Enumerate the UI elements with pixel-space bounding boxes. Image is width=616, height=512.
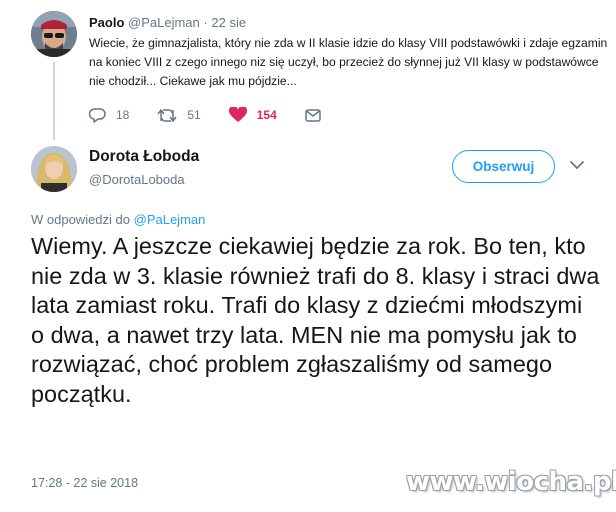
- in-reply-to: W odpowiedzi do @PaLejman: [31, 212, 205, 227]
- retweet-action[interactable]: 51: [157, 108, 201, 123]
- follow-button[interactable]: Obserwuj: [452, 150, 555, 183]
- reply-count: 18: [116, 108, 130, 122]
- main-author-name[interactable]: Dorota Łoboda: [89, 148, 199, 166]
- avatar-dorota-loboda[interactable]: [31, 146, 77, 192]
- main-tweet-text: Wiemy. A jeszcze ciekawiej będzie za rok…: [31, 233, 600, 407]
- thread-connector-line: [53, 62, 55, 140]
- reply-action[interactable]: 18: [89, 107, 130, 123]
- direct-message-action[interactable]: [305, 108, 331, 122]
- reply-author-name[interactable]: Paolo: [89, 15, 124, 30]
- avatar-paolo[interactable]: [31, 11, 77, 57]
- in-reply-prefix: W odpowiedzi do: [31, 212, 130, 227]
- reply-author-handle[interactable]: @PaLejman: [128, 15, 200, 30]
- like-action[interactable]: 154: [228, 107, 277, 123]
- retweet-icon: [157, 108, 177, 122]
- reply-icon: [89, 107, 106, 123]
- envelope-icon: [305, 108, 321, 122]
- heart-icon: [228, 107, 247, 122]
- main-tweet-timestamp[interactable]: 17:28 - 22 sie 2018: [31, 476, 138, 490]
- like-count: 154: [256, 108, 277, 122]
- site-watermark: www.wiocha.pl: [406, 467, 616, 497]
- reply-actions-bar: 18 51 154: [89, 104, 359, 126]
- reply-time[interactable]: 22 sie: [211, 15, 246, 30]
- main-author-handle[interactable]: @DorotaLoboda: [89, 172, 185, 187]
- reply-author[interactable]: Paolo @PaLejman · 22 sie: [89, 15, 246, 30]
- chevron-down-icon[interactable]: [570, 160, 584, 170]
- retweet-count: 51: [187, 108, 201, 122]
- reply-tweet-text: Wiecie, że gimnazjalista, który nie zda …: [89, 36, 608, 88]
- reply-separator: ·: [203, 15, 208, 30]
- in-reply-handle-link[interactable]: @PaLejman: [134, 212, 206, 227]
